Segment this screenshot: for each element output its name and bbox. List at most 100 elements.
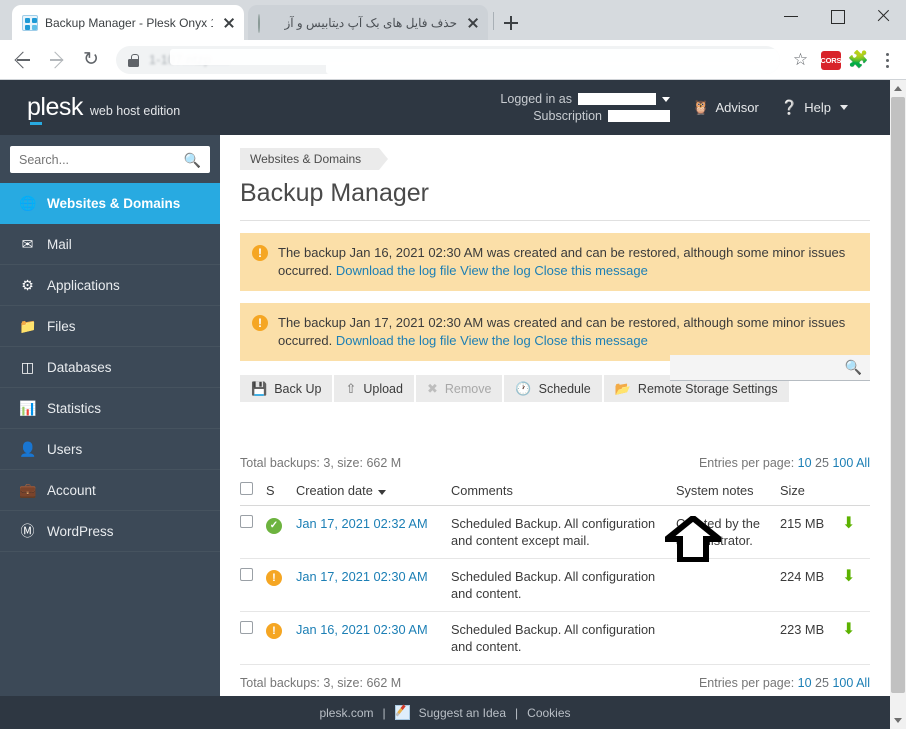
help-label: Help bbox=[804, 100, 831, 115]
globe-favicon-icon bbox=[258, 13, 274, 33]
footer-separator: | bbox=[382, 705, 386, 720]
row-checkbox[interactable] bbox=[240, 621, 253, 634]
browser-tab-active[interactable]: Backup Manager - Plesk Onyx 17 bbox=[12, 5, 244, 40]
comments-column-header[interactable]: Comments bbox=[451, 479, 676, 506]
upload-button[interactable]: ⇧ Upload bbox=[334, 375, 414, 402]
size-column-header[interactable]: Size bbox=[780, 479, 842, 506]
globe-icon: 🌐 bbox=[19, 194, 37, 211]
plesk-com-link[interactable]: plesk.com bbox=[319, 706, 373, 720]
briefcase-icon: 💼 bbox=[19, 481, 37, 498]
status-column-header[interactable]: S bbox=[266, 479, 296, 506]
page-scrollbar[interactable] bbox=[890, 80, 906, 729]
minimize-button[interactable] bbox=[768, 0, 814, 32]
help-menu[interactable]: ❔ Help bbox=[781, 99, 848, 116]
download-log-link[interactable]: Download the log file bbox=[336, 333, 457, 348]
download-icon[interactable]: ⬇ bbox=[842, 515, 855, 532]
table-search-field[interactable]: 🔍 bbox=[670, 355, 870, 381]
row-system-notes-cell bbox=[676, 611, 780, 665]
row-select-cell bbox=[240, 558, 266, 612]
back-button[interactable] bbox=[8, 45, 38, 75]
row-checkbox[interactable] bbox=[240, 515, 253, 528]
suggest-an-idea-link[interactable]: Suggest an Idea bbox=[419, 706, 506, 720]
plesk-logo[interactable]: plesk web host edition bbox=[27, 93, 180, 125]
download-icon[interactable]: ⬇ bbox=[842, 568, 855, 585]
entries-all[interactable]: All bbox=[856, 456, 870, 470]
entries-25[interactable]: 25 bbox=[815, 456, 829, 470]
pencil-icon bbox=[394, 705, 410, 720]
schedule-button[interactable]: 🕐 Schedule bbox=[504, 375, 602, 402]
search-input[interactable] bbox=[10, 146, 210, 173]
alert-message-2: ! The backup Jan 17, 2021 02:30 AM was c… bbox=[240, 303, 870, 361]
bookmark-star-icon[interactable]: ☆ bbox=[788, 47, 814, 73]
browser-tab-inactive[interactable]: حذف فایل های بک آپ دیتابیس و آز bbox=[248, 5, 488, 40]
sidebar-item-databases[interactable]: ◫ Databases bbox=[0, 347, 220, 388]
subscription-redacted bbox=[608, 110, 671, 122]
select-all-checkbox[interactable] bbox=[240, 482, 253, 495]
entries-100[interactable]: 100 bbox=[832, 456, 853, 470]
new-tab-button[interactable] bbox=[500, 12, 522, 34]
window-controls bbox=[768, 0, 906, 32]
row-select-cell bbox=[240, 505, 266, 559]
sidebar-item-websites-domains[interactable]: 🌐 Websites & Domains bbox=[0, 183, 220, 224]
back-up-button[interactable]: 💾 Back Up bbox=[240, 375, 333, 402]
scroll-down-icon[interactable] bbox=[890, 712, 906, 729]
entries-10[interactable]: 10 bbox=[798, 456, 812, 470]
table-search-input[interactable] bbox=[678, 360, 845, 375]
sidebar-item-statistics[interactable]: 📊 Statistics bbox=[0, 388, 220, 429]
sidebar-item-account[interactable]: 💼 Account bbox=[0, 470, 220, 511]
chevron-down-icon bbox=[840, 105, 848, 110]
reload-icon[interactable]: ↻ bbox=[76, 45, 106, 75]
gear-icon: ⚙ bbox=[21, 276, 34, 293]
user-icon: 👤 bbox=[19, 440, 37, 457]
breadcrumb[interactable]: Websites & Domains bbox=[240, 148, 389, 170]
entries-label: Entries per page: bbox=[698, 456, 795, 470]
address-bar[interactable]: 1-107.ntzp..... bbox=[116, 46, 780, 74]
sidebar-item-users[interactable]: 👤 Users bbox=[0, 429, 220, 470]
maximize-button[interactable] bbox=[814, 0, 860, 32]
scroll-up-icon[interactable] bbox=[890, 80, 906, 97]
advisor-link[interactable]: 🦉 Advisor bbox=[692, 99, 759, 116]
system-notes-column-header[interactable]: System notes bbox=[676, 479, 780, 506]
sidebar-item-mail[interactable]: ✉ Mail bbox=[0, 224, 220, 265]
entries-10[interactable]: 10 bbox=[798, 676, 812, 690]
close-message-link[interactable]: Close this message bbox=[534, 263, 647, 278]
view-log-link[interactable]: View the log bbox=[460, 333, 531, 348]
warning-icon: ! bbox=[252, 315, 268, 331]
chevron-down-icon[interactable] bbox=[662, 96, 671, 102]
sidebar-item-files[interactable]: 📁 Files bbox=[0, 306, 220, 347]
scrollbar-thumb[interactable] bbox=[891, 97, 905, 693]
cookies-link[interactable]: Cookies bbox=[527, 706, 570, 720]
close-message-link[interactable]: Close this message bbox=[534, 333, 647, 348]
view-log-link[interactable]: View the log bbox=[460, 263, 531, 278]
backup-date-link[interactable]: Jan 17, 2021 02:32 AM bbox=[296, 516, 428, 531]
cors-extension-icon[interactable]: CORS bbox=[820, 50, 841, 70]
remote-storage-label: Remote Storage Settings bbox=[637, 381, 778, 396]
sidebar-item-applications[interactable]: ⚙ Applications bbox=[0, 265, 220, 306]
sidebar-item-label: Mail bbox=[47, 236, 72, 252]
creation-date-column-header[interactable]: Creation date bbox=[296, 479, 451, 506]
entries-100[interactable]: 100 bbox=[832, 676, 853, 690]
upload-label: Upload bbox=[363, 381, 403, 396]
sidebar-item-label: WordPress bbox=[47, 523, 114, 539]
row-checkbox[interactable] bbox=[240, 568, 253, 581]
search-icon[interactable]: 🔍 bbox=[184, 152, 201, 169]
browser-menu-icon[interactable] bbox=[876, 48, 898, 72]
tab-close-icon[interactable] bbox=[464, 14, 482, 32]
footer-separator: | bbox=[515, 705, 519, 720]
close-window-button[interactable] bbox=[860, 0, 906, 32]
entries-per-page-bottom: Entries per page: 10 25 100 All bbox=[699, 676, 870, 690]
backup-date-link[interactable]: Jan 16, 2021 02:30 AM bbox=[296, 622, 428, 637]
backup-date-link[interactable]: Jan 17, 2021 02:30 AM bbox=[296, 569, 428, 584]
download-log-link[interactable]: Download the log file bbox=[336, 263, 457, 278]
tab-close-icon[interactable] bbox=[220, 14, 238, 32]
entries-label: Entries per page: bbox=[698, 676, 795, 690]
forward-button[interactable] bbox=[42, 45, 72, 75]
search-icon[interactable]: 🔍 bbox=[845, 359, 862, 376]
entries-all[interactable]: All bbox=[856, 676, 870, 690]
entries-25[interactable]: 25 bbox=[815, 676, 829, 690]
download-icon[interactable]: ⬇ bbox=[842, 621, 855, 638]
extensions-puzzle-icon[interactable]: 🧩 bbox=[848, 51, 869, 69]
sidebar-item-wordpress[interactable]: Ⓜ WordPress bbox=[0, 511, 220, 552]
row-date-cell: Jan 16, 2021 02:30 AM bbox=[296, 611, 451, 665]
remove-button[interactable]: ✖ Remove bbox=[415, 375, 503, 402]
